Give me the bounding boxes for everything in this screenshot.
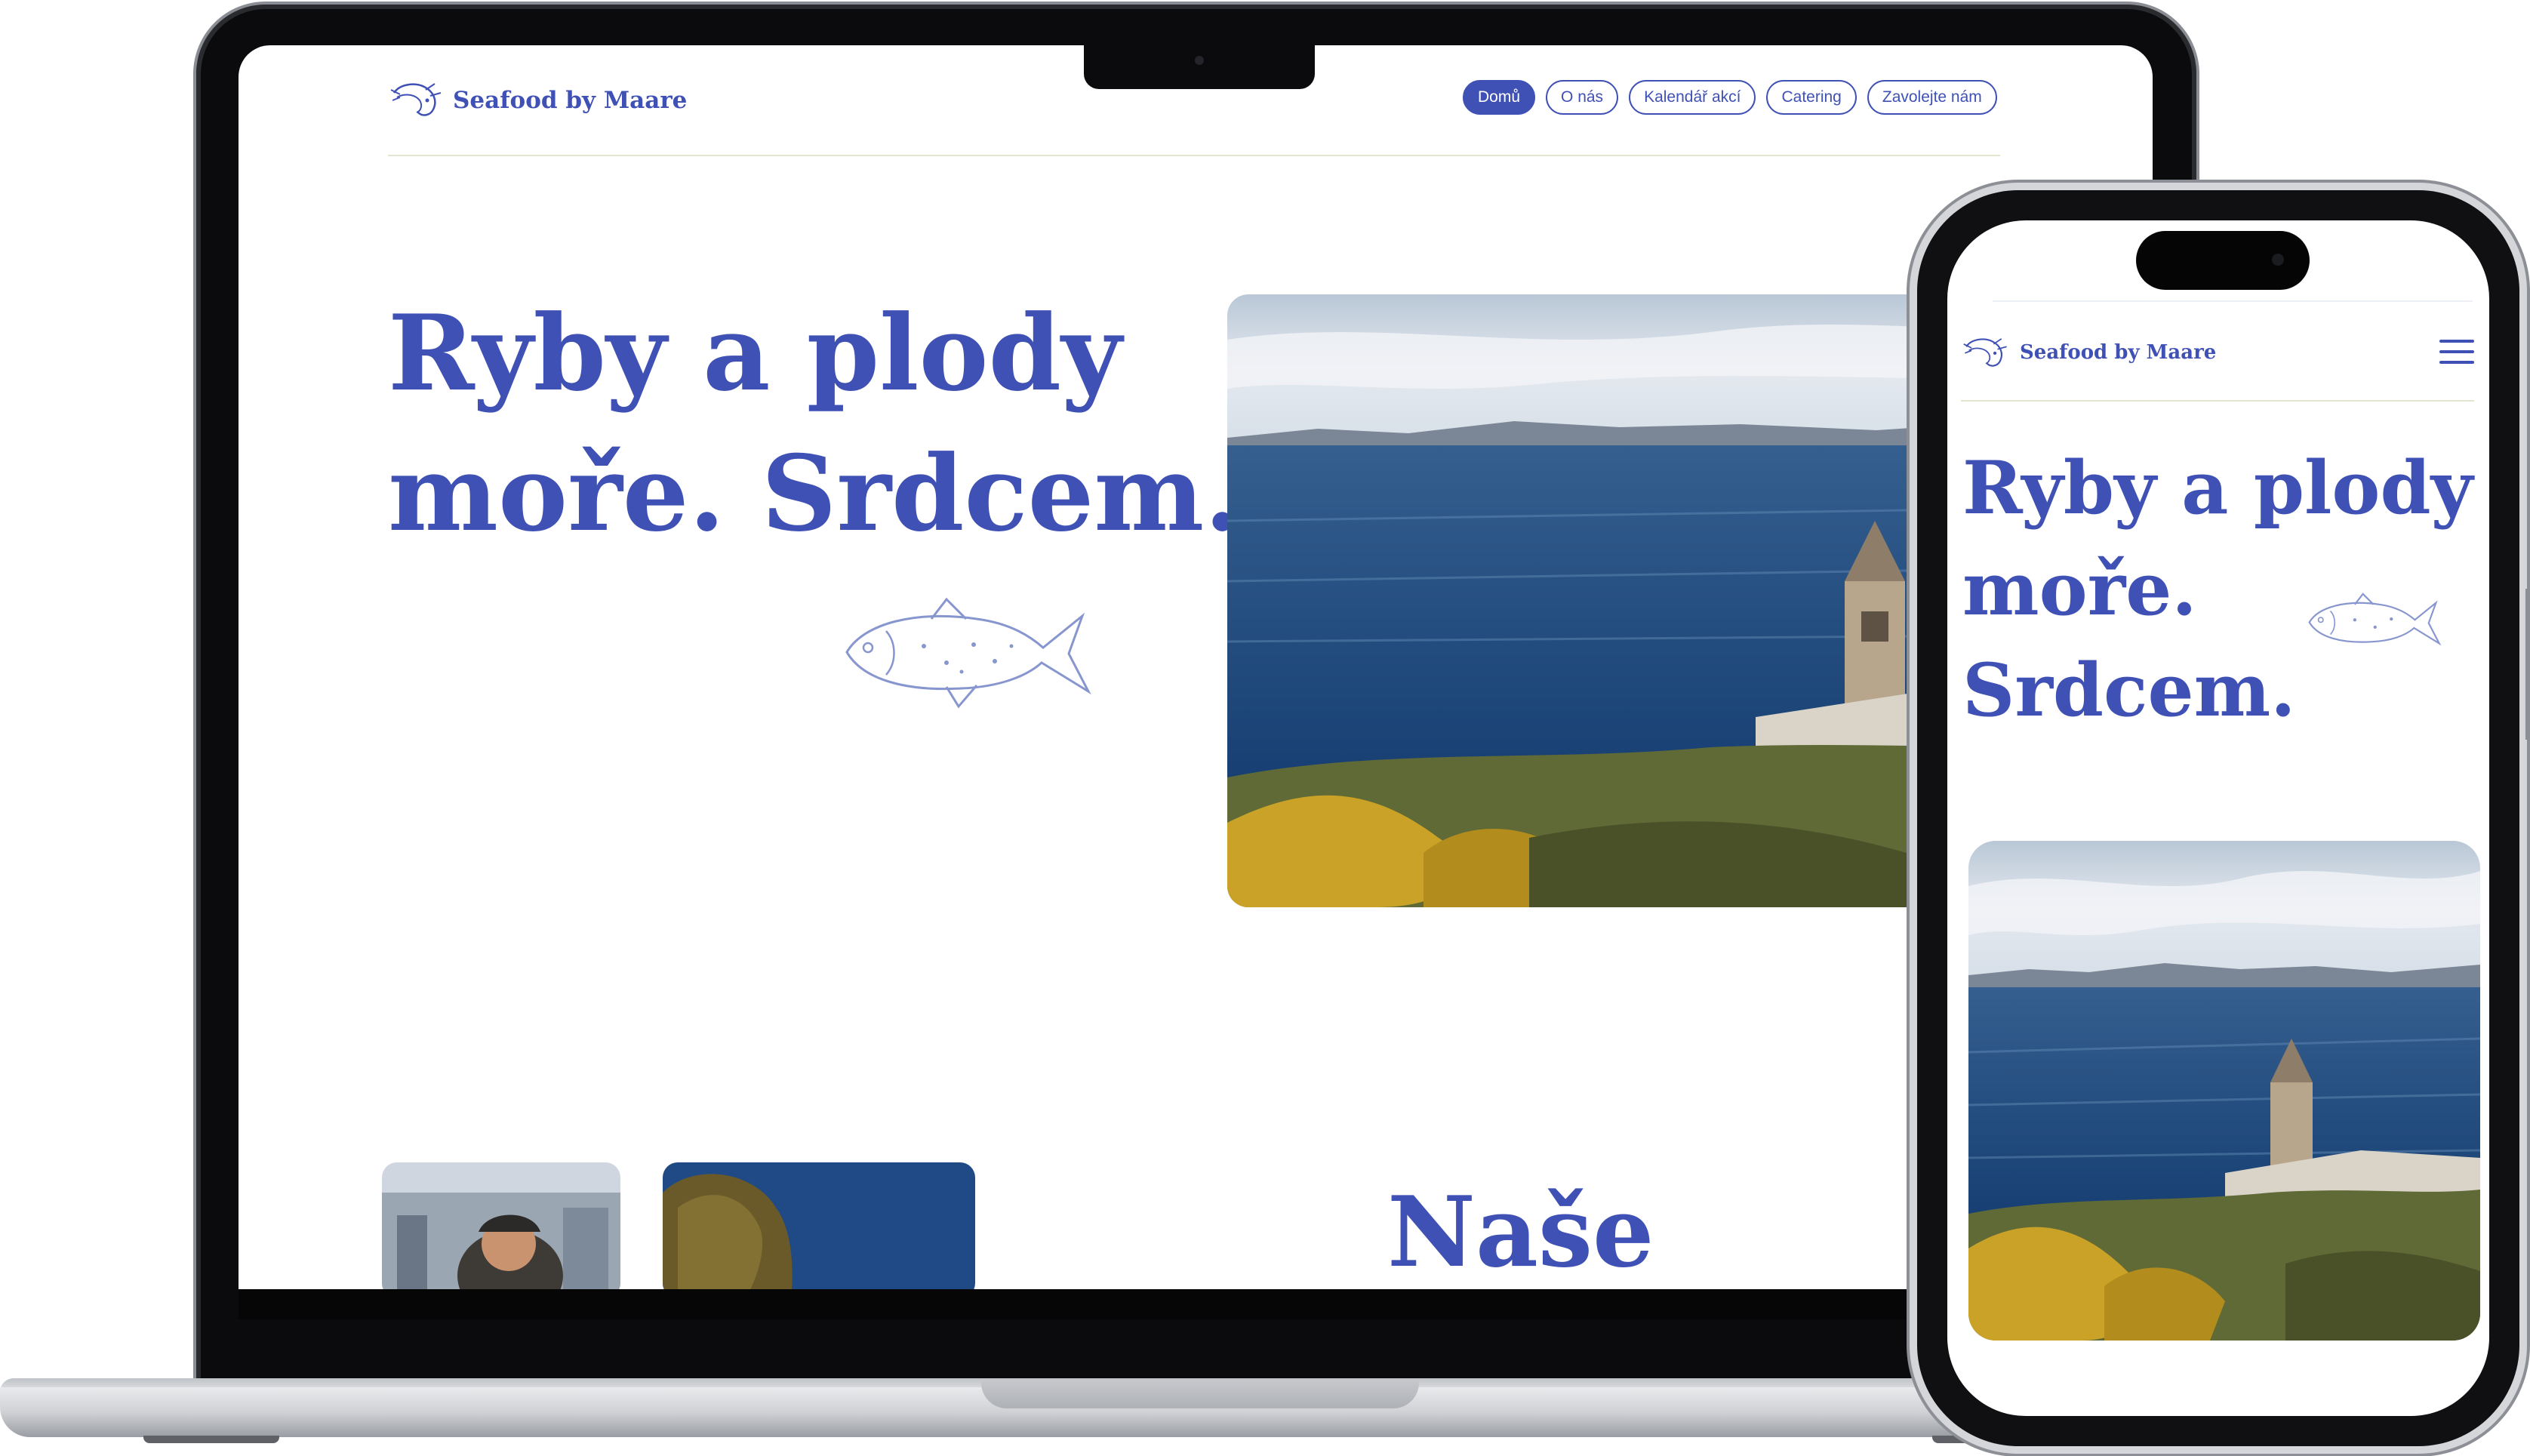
tree-photo[interactable] (663, 1162, 975, 1298)
nav-item-home[interactable]: Domů (1463, 80, 1536, 115)
fish-illustration-icon (845, 597, 1091, 709)
mobile-header-divider (1961, 400, 2474, 402)
laptop-notch (1084, 45, 1315, 89)
nav-item-events[interactable]: Kalendář akcí (1629, 80, 1756, 115)
mobile-hero-photo-coast (1968, 841, 2480, 1341)
brand-name[interactable]: Seafood by Maare (453, 87, 687, 114)
camera-icon (2272, 254, 2284, 266)
header-divider (388, 155, 2000, 156)
nav-item-about[interactable]: O nás (1546, 80, 1619, 115)
hero-line-2: moře. Srdcem. (388, 432, 1241, 555)
camera-icon (1195, 56, 1204, 65)
mobile-brand-name[interactable]: Seafood by Maare (2020, 341, 2216, 364)
phone-side-button (2525, 589, 2530, 740)
nav-item-contact[interactable]: Zavolejte nám (1867, 80, 1997, 115)
fisherman-photo[interactable] (382, 1162, 620, 1298)
hamburger-menu-icon[interactable] (2439, 340, 2474, 365)
laptop-bezel (239, 1289, 2153, 1319)
hero-heading: Ryby a plody moře. Srdcem. (388, 283, 1240, 564)
hero-line-1: Ryby a plody (388, 291, 1122, 414)
shrimp-logo-icon (1963, 338, 2007, 367)
laptop-foot-left (143, 1436, 279, 1443)
mobile-hero-line-3: Srdcem. (1962, 648, 2296, 733)
nav-item-catering[interactable]: Catering (1766, 80, 1857, 115)
mobile-hero-heading: Ryby a plody moře. Srdcem. (1962, 438, 2473, 741)
main-nav: Domů O nás Kalendář akcí Catering Zavole… (1463, 80, 1997, 115)
mobile-hero-line-1: Ryby a plody (1962, 445, 2473, 531)
shrimp-logo-icon (390, 83, 442, 116)
section-heading-nase: Naše (1387, 1176, 1654, 1289)
laptop-trackpad-notch (981, 1380, 1419, 1408)
status-area-line (1993, 300, 2473, 302)
fish-illustration-icon (2308, 593, 2442, 646)
